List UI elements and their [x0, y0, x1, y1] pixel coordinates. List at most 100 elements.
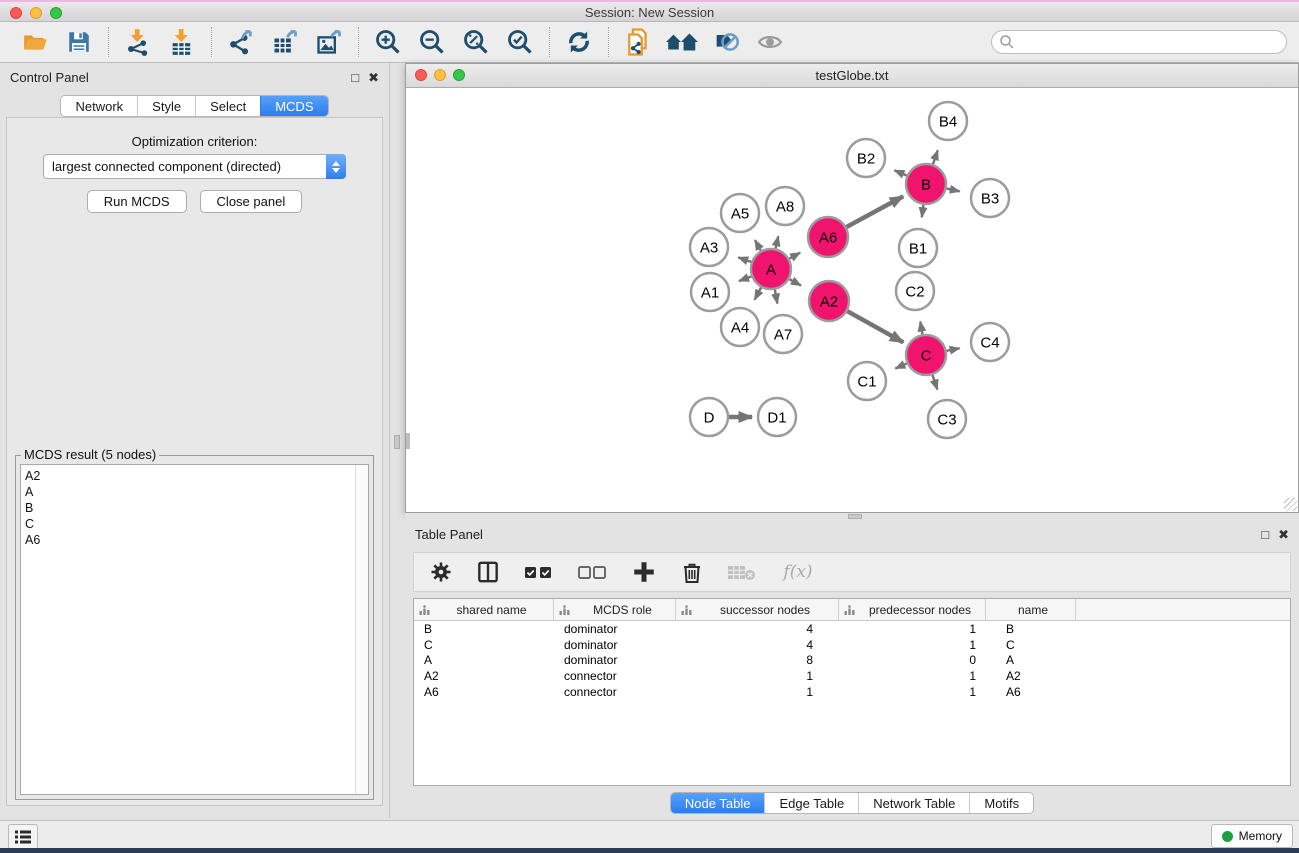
- tab-network[interactable]: Network: [61, 96, 137, 116]
- open-session-button[interactable]: [18, 26, 52, 58]
- search-field[interactable]: [991, 30, 1287, 54]
- horizontal-splitter[interactable]: [405, 513, 1299, 520]
- result-item[interactable]: A6: [25, 532, 368, 548]
- column-header-predecessor-nodes[interactable]: predecessor nodes: [839, 599, 986, 620]
- edge-B-B2[interactable]: [894, 170, 906, 175]
- result-item[interactable]: A: [25, 484, 368, 500]
- node-C3[interactable]: C3: [928, 400, 966, 438]
- column-header-successor-nodes[interactable]: successor nodes: [676, 599, 839, 620]
- edge-A-A4[interactable]: [755, 288, 761, 300]
- table-settings-button[interactable]: [428, 556, 454, 588]
- export-image-button[interactable]: [312, 26, 346, 58]
- tab-motifs[interactable]: Motifs: [969, 793, 1033, 813]
- edge-A-A2[interactable]: [789, 279, 801, 285]
- delete-column-button[interactable]: [678, 556, 706, 588]
- edge-C-C2[interactable]: [920, 322, 922, 335]
- canvas-vscroll-thumb[interactable]: [406, 433, 410, 449]
- node-A6[interactable]: A6: [808, 217, 848, 257]
- add-column-button[interactable]: [630, 556, 658, 588]
- node-A7[interactable]: A7: [764, 315, 802, 353]
- export-table-button[interactable]: [268, 26, 302, 58]
- import-network-button[interactable]: [121, 26, 155, 58]
- node-A[interactable]: A: [751, 249, 791, 289]
- select-all-rows-button[interactable]: [522, 556, 556, 588]
- zoom-out-button[interactable]: [415, 26, 449, 58]
- column-header-shared-name[interactable]: shared name: [414, 599, 554, 620]
- tab-network-table[interactable]: Network Table: [858, 793, 969, 813]
- task-history-button[interactable]: [8, 824, 38, 850]
- sort-icon[interactable]: [419, 605, 430, 615]
- splitter-knob[interactable]: [394, 435, 400, 449]
- edge-A-A3[interactable]: [738, 257, 751, 262]
- table-row[interactable]: A2connector11A2: [414, 668, 1290, 684]
- table-row[interactable]: A6connector11A6: [414, 684, 1290, 700]
- search-input[interactable]: [1015, 35, 1286, 49]
- save-session-button[interactable]: [62, 26, 96, 58]
- edge-A-A7[interactable]: [775, 290, 778, 304]
- delete-table-button[interactable]: [726, 556, 758, 588]
- edge-A-A8[interactable]: [776, 236, 779, 248]
- close-panel-button[interactable]: Close panel: [200, 190, 303, 213]
- memory-button[interactable]: Memory: [1211, 824, 1293, 848]
- table-row[interactable]: Adominator80A: [414, 652, 1290, 668]
- sort-icon[interactable]: [844, 605, 855, 615]
- sort-icon[interactable]: [681, 605, 692, 615]
- sort-icon[interactable]: [559, 605, 570, 615]
- tab-edge-table[interactable]: Edge Table: [764, 793, 858, 813]
- column-header-MCDS-role[interactable]: MCDS role: [554, 599, 676, 620]
- node-C4[interactable]: C4: [971, 323, 1009, 361]
- show-graphics-details-button[interactable]: [753, 26, 787, 58]
- node-A2[interactable]: A2: [809, 281, 849, 321]
- edge-A-A6[interactable]: [789, 253, 800, 259]
- node-C[interactable]: C: [906, 335, 946, 375]
- column-header-name[interactable]: name: [986, 599, 1076, 620]
- edge-B-B3[interactable]: [947, 188, 960, 191]
- refresh-button[interactable]: [562, 26, 596, 58]
- zoom-fit-button[interactable]: [459, 26, 493, 58]
- function-builder-button[interactable]: f(x): [778, 556, 818, 588]
- node-A1[interactable]: A1: [691, 273, 729, 311]
- node-B[interactable]: B: [906, 164, 946, 204]
- edge-A-A5[interactable]: [755, 240, 761, 251]
- edge-A2-C[interactable]: [847, 311, 903, 342]
- edge-C-C4[interactable]: [947, 348, 960, 351]
- splitter-knob[interactable]: [848, 514, 862, 519]
- table-row[interactable]: Cdominator41C: [414, 637, 1290, 653]
- network-window-titlebar[interactable]: testGlobe.txt: [406, 64, 1298, 88]
- result-list-scrollbar[interactable]: [355, 465, 368, 794]
- open-browser-button[interactable]: [665, 26, 699, 58]
- edge-C-C3[interactable]: [933, 375, 938, 390]
- import-table-button[interactable]: [165, 26, 199, 58]
- table-row[interactable]: Bdominator41B: [414, 621, 1290, 637]
- node-C2[interactable]: C2: [896, 272, 934, 310]
- node-A4[interactable]: A4: [721, 308, 759, 346]
- zoom-selected-button[interactable]: [503, 26, 537, 58]
- zoom-in-button[interactable]: [371, 26, 405, 58]
- node-D[interactable]: D: [690, 398, 728, 436]
- optimization-criterion-dropdown[interactable]: largest connected component (directed): [43, 154, 346, 179]
- node-A3[interactable]: A3: [690, 228, 728, 266]
- tab-select[interactable]: Select: [195, 96, 260, 116]
- hide-graphics-details-button[interactable]: [709, 26, 743, 58]
- result-item[interactable]: C: [25, 516, 368, 532]
- tab-style[interactable]: Style: [137, 96, 195, 116]
- column-selector-button[interactable]: [474, 556, 502, 588]
- node-A8[interactable]: A8: [766, 187, 804, 225]
- node-B2[interactable]: B2: [847, 139, 885, 177]
- mcds-result-list[interactable]: A2ABCA6: [20, 464, 369, 795]
- edge-C-C1[interactable]: [895, 363, 906, 368]
- float-panel-icon[interactable]: □: [351, 71, 359, 84]
- export-network-button[interactable]: [224, 26, 258, 58]
- edge-B-B4[interactable]: [933, 150, 938, 164]
- close-panel-icon[interactable]: ✖: [368, 71, 379, 84]
- run-mcds-button[interactable]: Run MCDS: [87, 190, 187, 213]
- node-D1[interactable]: D1: [758, 398, 796, 436]
- node-B3[interactable]: B3: [971, 179, 1009, 217]
- tab-mcds[interactable]: MCDS: [260, 96, 327, 116]
- clone-network-button[interactable]: [621, 26, 655, 58]
- node-C1[interactable]: C1: [848, 362, 886, 400]
- result-item[interactable]: A2: [25, 468, 368, 484]
- node-A5[interactable]: A5: [721, 194, 759, 232]
- edge-A6-B[interactable]: [846, 196, 903, 227]
- float-table-panel-icon[interactable]: □: [1261, 528, 1269, 541]
